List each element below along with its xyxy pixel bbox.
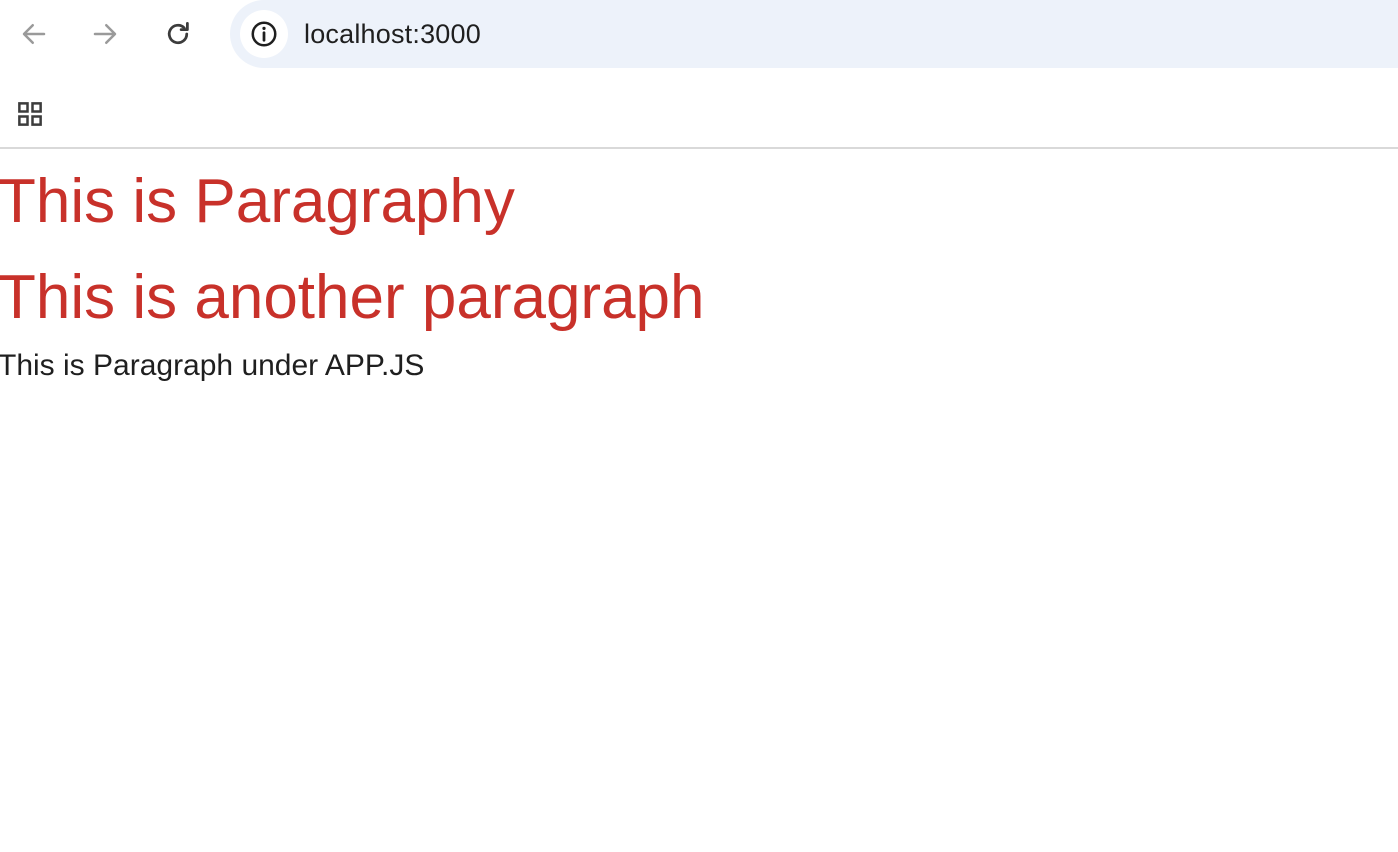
browser-toolbar: localhost:3000: [0, 0, 1398, 68]
reload-button[interactable]: [158, 14, 198, 54]
apps-grid-icon: [18, 102, 42, 126]
bookmarks-bar: [0, 68, 1398, 149]
arrow-left-icon: [22, 24, 46, 44]
arrow-right-icon: [93, 24, 117, 44]
back-button[interactable]: [14, 14, 54, 54]
site-info-button[interactable]: [240, 10, 288, 58]
address-bar[interactable]: localhost:3000: [230, 0, 1398, 68]
page-paragraph: This is Paragraph under APP.JS: [0, 349, 425, 382]
reload-icon: [167, 22, 189, 45]
page-heading-primary: This is Paragraphy: [0, 167, 515, 236]
info-circle-icon: [251, 21, 277, 47]
apps-button[interactable]: [10, 94, 50, 134]
page-content: This is Paragraphy This is another parag…: [0, 151, 1398, 852]
url-text[interactable]: localhost:3000: [304, 18, 481, 50]
forward-button[interactable]: [85, 14, 125, 54]
page-heading-secondary: This is another paragraph: [0, 263, 705, 332]
